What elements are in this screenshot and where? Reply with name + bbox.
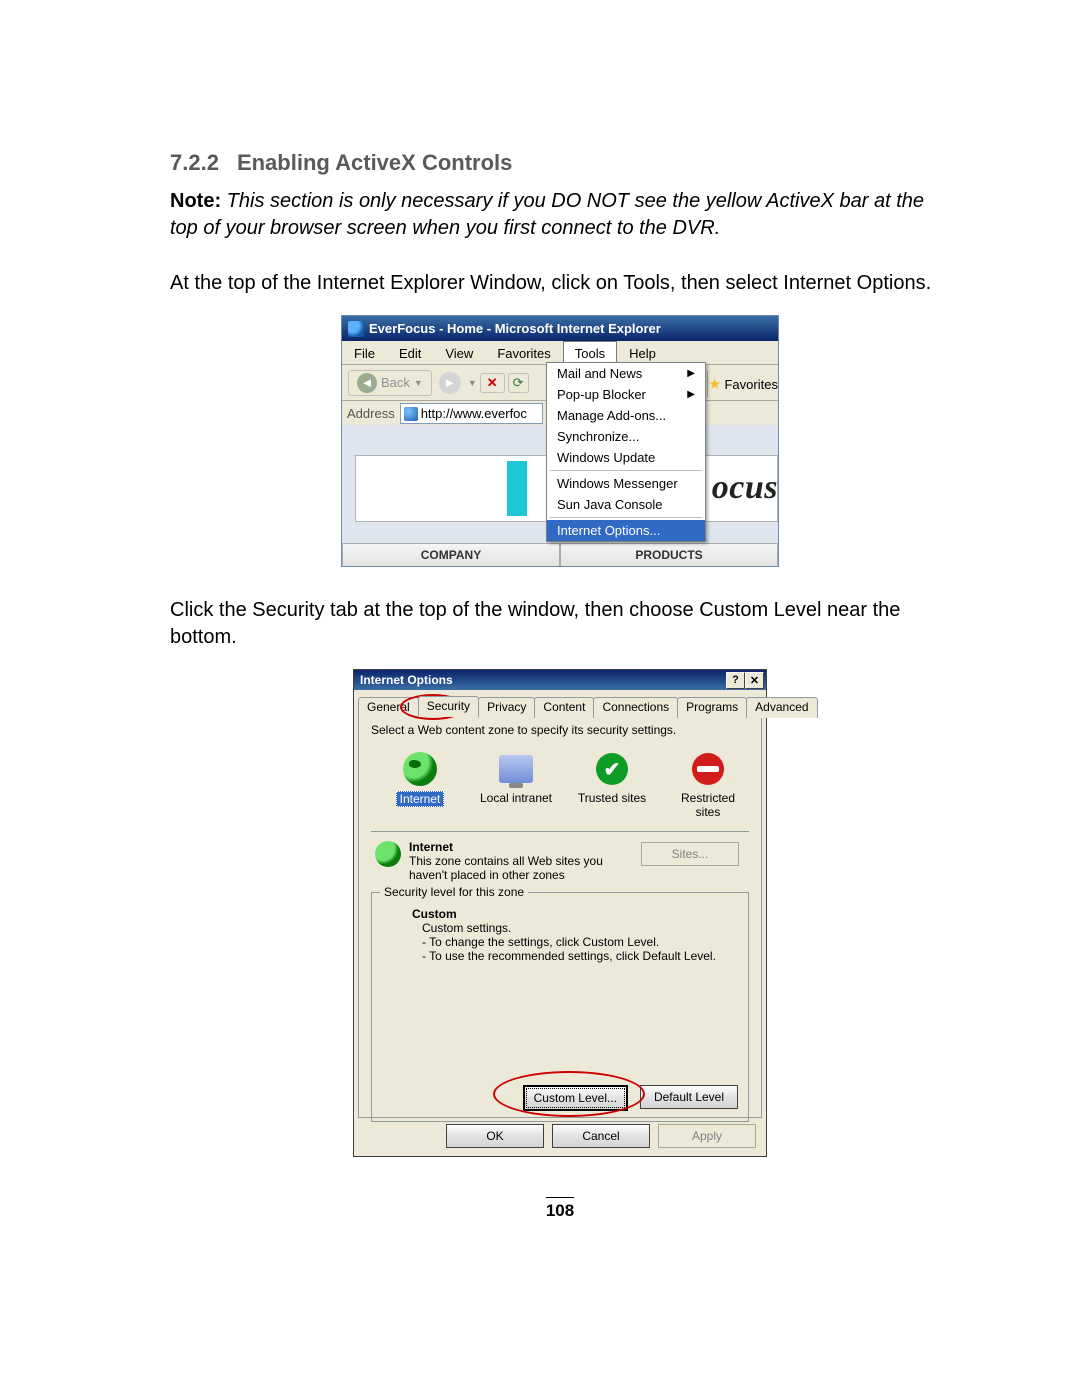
section-heading: 7.2.2 Enabling ActiveX Controls bbox=[170, 150, 950, 176]
favorites-label: Favorites bbox=[724, 377, 777, 392]
help-button[interactable]: ? bbox=[726, 672, 745, 689]
custom-line2: - To change the settings, click Custom L… bbox=[422, 935, 738, 949]
internet-options-dialog: Internet Options ? ✕ General Security Pr… bbox=[353, 669, 767, 1157]
address-value: http://www.everfoc bbox=[421, 406, 527, 421]
tools-menu-dropdown: Mail and News▶ Pop-up Blocker▶ Manage Ad… bbox=[546, 362, 706, 542]
zone-local-intranet[interactable]: Local intranet bbox=[477, 751, 555, 819]
computer-icon bbox=[499, 755, 533, 783]
ie-title-bar: EverFocus - Home - Microsoft Internet Ex… bbox=[342, 316, 778, 341]
menu-separator bbox=[550, 517, 702, 518]
tab-privacy[interactable]: Privacy bbox=[478, 697, 535, 718]
zone-desc-text: This zone contains all Web sites you hav… bbox=[409, 854, 619, 882]
nav-tab-company[interactable]: COMPANY bbox=[342, 543, 560, 566]
menu-windows-messenger[interactable]: Windows Messenger bbox=[547, 473, 705, 494]
logo-fragment: ocus bbox=[712, 469, 778, 507]
paragraph-2: Click the Security tab at the top of the… bbox=[170, 597, 950, 651]
stop-button[interactable]: ✕ bbox=[480, 373, 505, 393]
note-paragraph: Note: This section is only necessary if … bbox=[170, 188, 950, 242]
menu-popup-blocker[interactable]: Pop-up Blocker▶ bbox=[547, 384, 705, 405]
custom-line3: - To use the recommended settings, click… bbox=[422, 949, 738, 963]
banner-accent bbox=[507, 461, 527, 516]
page-number-rule bbox=[546, 1197, 574, 1198]
menu-edit[interactable]: Edit bbox=[387, 341, 433, 364]
zone-restricted-sites[interactable]: Restricted sites bbox=[669, 751, 747, 819]
ie-screenshot: EverFocus - Home - Microsoft Internet Ex… bbox=[341, 315, 779, 567]
dialog-tabs: General Security Privacy Content Connect… bbox=[358, 696, 762, 717]
note-text: This section is only necessary if you DO… bbox=[170, 190, 924, 239]
back-arrow-icon: ◄ bbox=[357, 373, 377, 393]
zone-label: Local intranet bbox=[480, 791, 552, 805]
menu-favorites[interactable]: Favorites bbox=[485, 341, 562, 364]
custom-line1: Custom settings. bbox=[422, 921, 738, 935]
sites-button: Sites... bbox=[641, 842, 739, 866]
heading-number: 7.2.2 bbox=[170, 150, 219, 176]
ie-icon bbox=[348, 321, 364, 337]
zone-label: Internet bbox=[396, 791, 445, 807]
zone-trusted-sites[interactable]: ✔ Trusted sites bbox=[573, 751, 651, 819]
star-icon: ★ bbox=[708, 375, 721, 393]
menu-windows-update[interactable]: Windows Update bbox=[547, 447, 705, 468]
zone-list: Internet Local intranet ✔ Trusted sites … bbox=[371, 747, 749, 825]
zone-label: Trusted sites bbox=[578, 791, 646, 805]
checkmark-icon: ✔ bbox=[596, 753, 628, 785]
security-level-group: Security level for this zone Custom Cust… bbox=[371, 892, 749, 1122]
back-button[interactable]: ◄ Back ▼ bbox=[348, 370, 432, 396]
security-level-legend: Security level for this zone bbox=[380, 885, 528, 899]
menu-view[interactable]: View bbox=[433, 341, 485, 364]
menu-tools[interactable]: Tools bbox=[563, 341, 617, 364]
zone-desc-title: Internet bbox=[409, 840, 619, 854]
default-level-button[interactable]: Default Level bbox=[640, 1085, 738, 1109]
cancel-button[interactable]: Cancel bbox=[552, 1124, 650, 1148]
zone-label: Restricted sites bbox=[669, 791, 747, 819]
tab-security[interactable]: Security bbox=[418, 696, 479, 717]
zone-instruction: Select a Web content zone to specify its… bbox=[371, 723, 749, 737]
forward-button[interactable]: ► bbox=[439, 372, 461, 394]
tab-general[interactable]: General bbox=[358, 697, 419, 718]
page-icon bbox=[404, 407, 418, 421]
submenu-arrow-icon: ▶ bbox=[687, 389, 695, 400]
close-button[interactable]: ✕ bbox=[745, 672, 764, 689]
menu-help[interactable]: Help bbox=[617, 341, 668, 364]
globe-icon bbox=[375, 841, 401, 867]
address-label: Address bbox=[347, 406, 395, 421]
menu-separator bbox=[550, 470, 702, 471]
dialog-title: Internet Options bbox=[360, 673, 453, 687]
menu-internet-options[interactable]: Internet Options... bbox=[547, 520, 705, 541]
page-number: 108 bbox=[170, 1201, 950, 1221]
tab-programs[interactable]: Programs bbox=[677, 697, 747, 718]
prohibited-icon bbox=[692, 753, 724, 785]
chevron-down-icon: ▼ bbox=[414, 378, 423, 388]
zone-internet[interactable]: Internet bbox=[381, 751, 459, 819]
note-label: Note: bbox=[170, 190, 221, 212]
dialog-panel: Select a Web content zone to specify its… bbox=[358, 710, 762, 1118]
back-label: Back bbox=[381, 375, 410, 390]
tab-advanced[interactable]: Advanced bbox=[746, 697, 817, 718]
heading-title: Enabling ActiveX Controls bbox=[237, 150, 512, 176]
dialog-button-row: OK Cancel Apply bbox=[446, 1124, 756, 1148]
custom-heading: Custom bbox=[412, 907, 738, 921]
tab-connections[interactable]: Connections bbox=[593, 697, 678, 718]
apply-button: Apply bbox=[658, 1124, 756, 1148]
address-field[interactable]: http://www.everfoc bbox=[400, 403, 543, 424]
chevron-down-icon: ▼ bbox=[468, 378, 477, 388]
menu-synchronize[interactable]: Synchronize... bbox=[547, 426, 705, 447]
menu-mail-and-news[interactable]: Mail and News▶ bbox=[547, 363, 705, 384]
tab-content[interactable]: Content bbox=[534, 697, 594, 718]
ie-window-title: EverFocus - Home - Microsoft Internet Ex… bbox=[369, 321, 661, 336]
nav-tab-products[interactable]: PRODUCTS bbox=[560, 543, 778, 566]
refresh-button[interactable]: ⟳ bbox=[508, 373, 529, 393]
page-nav-tabs: COMPANY PRODUCTS bbox=[342, 543, 778, 566]
menu-manage-addons[interactable]: Manage Add-ons... bbox=[547, 405, 705, 426]
zone-description: Internet This zone contains all Web site… bbox=[371, 831, 749, 886]
custom-level-button[interactable]: Custom Level... bbox=[523, 1085, 628, 1111]
paragraph-1: At the top of the Internet Explorer Wind… bbox=[170, 270, 950, 297]
menu-sun-java-console[interactable]: Sun Java Console bbox=[547, 494, 705, 515]
submenu-arrow-icon: ▶ bbox=[687, 368, 695, 379]
globe-icon bbox=[403, 752, 437, 786]
favorites-button[interactable]: ★ Favorites bbox=[707, 371, 778, 397]
dialog-title-bar: Internet Options ? ✕ bbox=[354, 670, 766, 690]
ok-button[interactable]: OK bbox=[446, 1124, 544, 1148]
menu-file[interactable]: File bbox=[342, 341, 387, 364]
